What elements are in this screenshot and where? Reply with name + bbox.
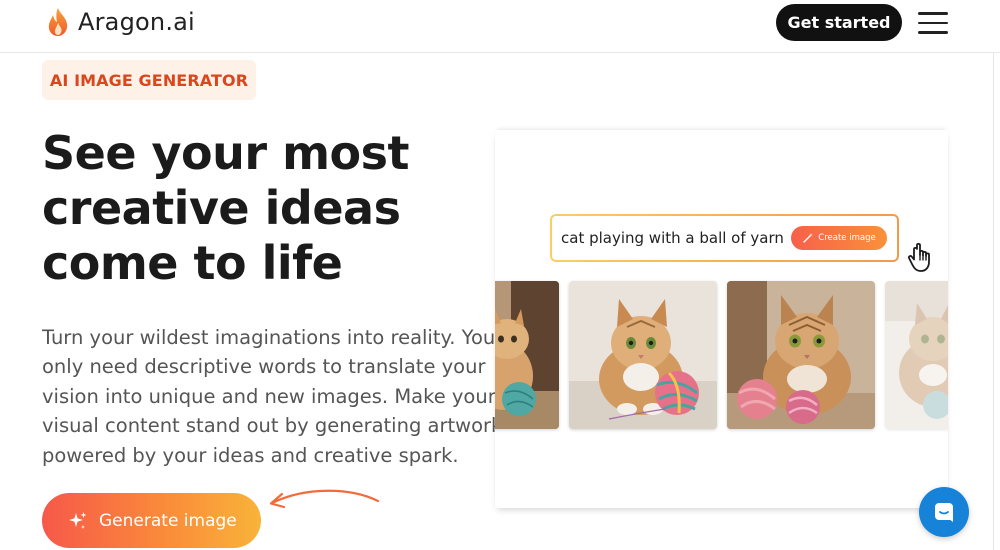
headline-line: come to life [42, 236, 343, 290]
section-badge: AI IMAGE GENERATOR [42, 60, 256, 100]
chat-launcher-button[interactable] [919, 487, 969, 537]
cat-with-yarn-image [569, 281, 717, 429]
sparkle-icon [69, 511, 87, 529]
page-edge-divider [993, 53, 994, 550]
description-line: visual content stand out by generating a… [42, 414, 503, 438]
generate-image-label: Generate image [99, 510, 237, 531]
headline-line: See your most [42, 126, 409, 180]
hand-cursor-icon [907, 242, 930, 272]
generated-image-thumbnail[interactable] [885, 281, 948, 429]
description-line: Turn your wildest imaginations into real… [42, 326, 496, 349]
generated-image-thumbnail[interactable] [569, 281, 717, 429]
cat-with-yarn-image [495, 281, 559, 429]
magic-wand-icon [803, 233, 814, 243]
description-line: only need descriptive words to translate… [42, 355, 486, 379]
create-image-button[interactable]: Create image [791, 226, 887, 250]
headline-line: creative ideas [42, 181, 401, 235]
chat-icon [935, 503, 953, 522]
hamburger-menu-icon[interactable] [918, 12, 948, 34]
cat-with-yarn-image [885, 281, 948, 429]
prompt-text: cat playing with a ball of yarn [561, 229, 784, 247]
hero-headline: See your most creative ideas come to lif… [42, 126, 482, 291]
prompt-input-frame: cat playing with a ball of yarn Create i… [550, 214, 899, 262]
cat-with-yarn-image [727, 281, 875, 429]
site-header: Aragon.ai Get started [0, 0, 1000, 53]
hero-description: Turn your wildest imaginations into real… [42, 323, 503, 470]
generated-image-thumbnail[interactable] [727, 281, 875, 429]
get-started-button[interactable]: Get started [776, 4, 902, 41]
flame-icon [48, 8, 68, 36]
brand-logo[interactable]: Aragon.ai [44, 6, 195, 38]
generated-image-thumbnail[interactable] [495, 281, 559, 429]
generator-demo-panel: cat playing with a ball of yarn Create i… [495, 130, 948, 508]
brand-name: Aragon.ai [78, 8, 195, 36]
generate-image-button[interactable]: Generate image [42, 493, 261, 548]
description-line: vision into unique and new images. Make … [42, 384, 496, 408]
pointing-arrow-icon [269, 489, 380, 509]
create-image-label: Create image [818, 233, 876, 243]
description-line: powered by your ideas and creative spark… [42, 443, 459, 467]
